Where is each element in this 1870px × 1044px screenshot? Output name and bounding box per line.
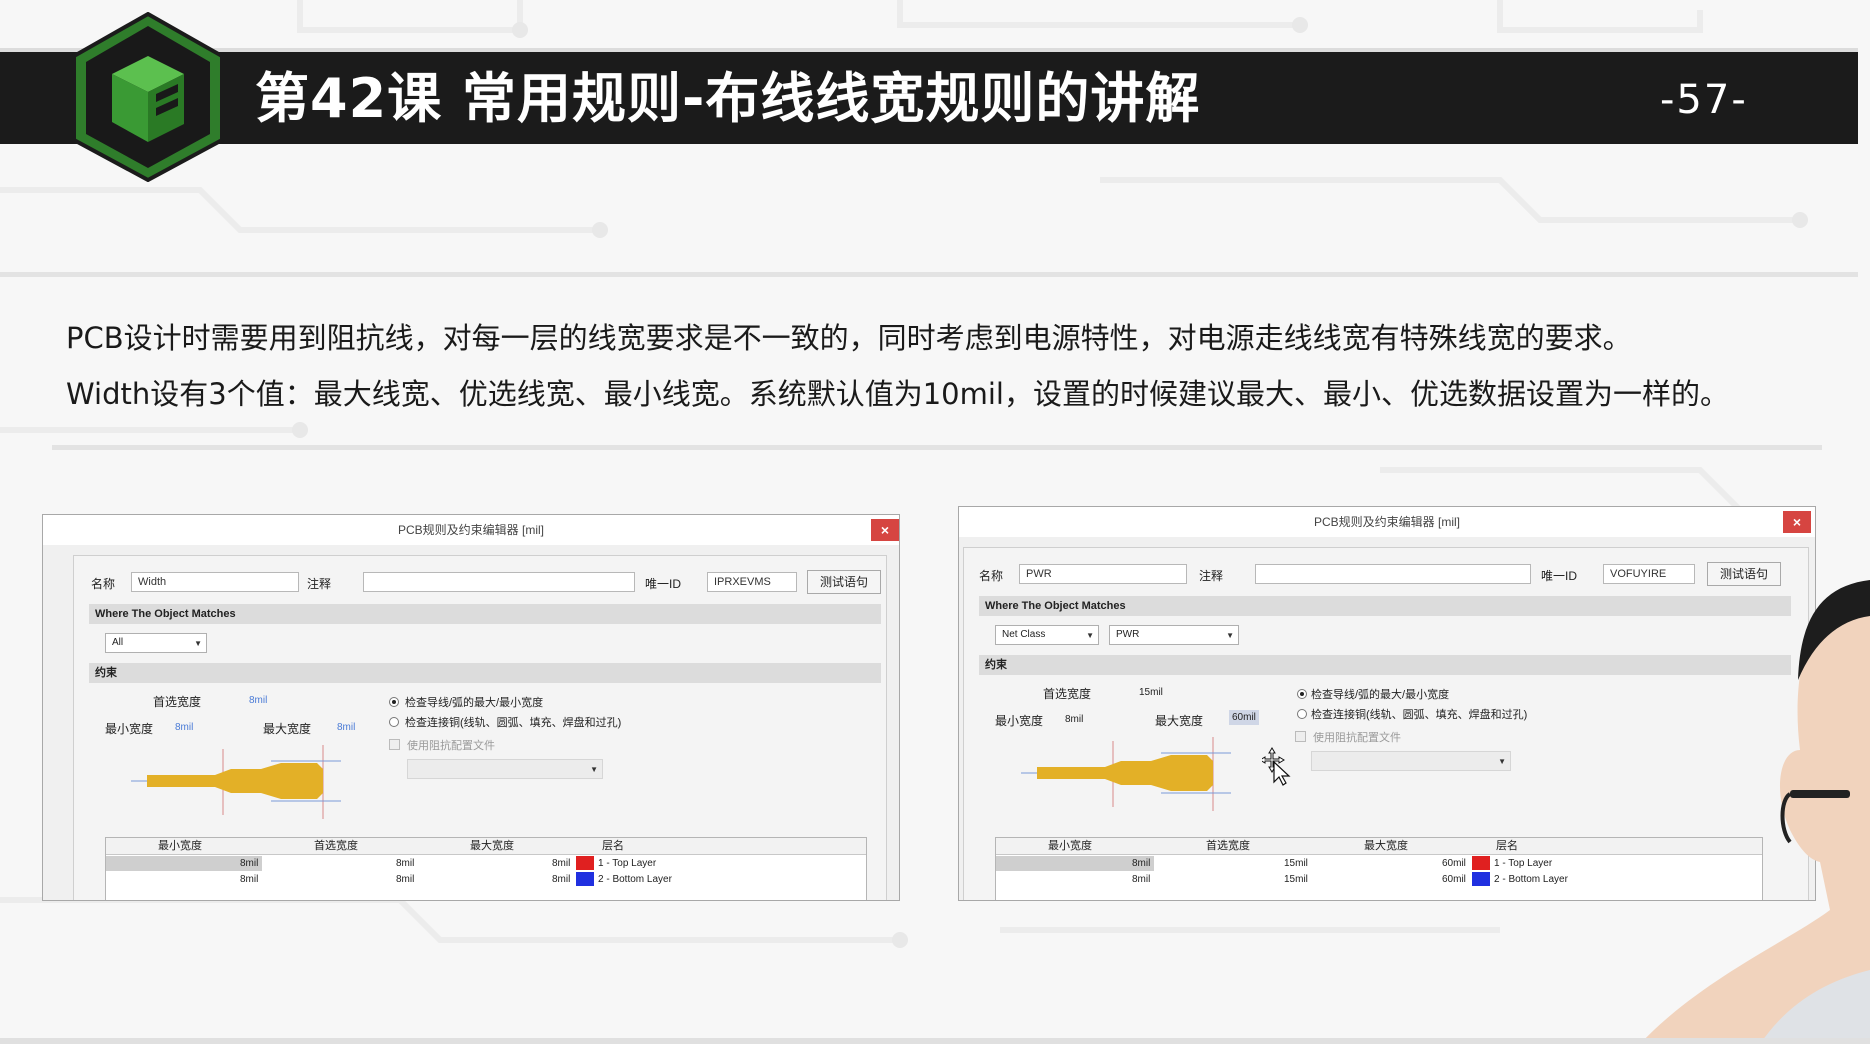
table-cell[interactable]: 8mil — [552, 872, 570, 887]
selected-row-highlight — [996, 856, 1154, 871]
layer-color-swatch — [576, 872, 594, 886]
table-cell[interactable]: 15mil — [1284, 856, 1308, 871]
table-cell: 2 - Bottom Layer — [598, 874, 672, 885]
column-header: 最大宽度 — [470, 840, 514, 852]
rule-editor-dialog-left: PCB规则及约束编辑器 [mil] × 名称 Width 注释 唯一ID IPR… — [42, 514, 900, 901]
column-header: 首选宽度 — [1206, 840, 1250, 852]
dialog-title: PCB规则及约束编辑器 [mil] — [959, 507, 1815, 537]
preferred-width-label: 首选宽度 — [153, 695, 202, 709]
divider-upper — [0, 272, 1858, 277]
scope-select[interactable]: Net Class ▼ — [995, 625, 1099, 645]
description-line-2: Width设有3个值：最大线宽、优选线宽、最小线宽。系统默认值为10mil，设置… — [66, 377, 1729, 411]
comment-field[interactable] — [1255, 564, 1531, 584]
name-label: 名称 — [979, 569, 1004, 583]
impedance-profile-checkbox[interactable] — [389, 739, 400, 750]
preferred-width-label: 首选宽度 — [1043, 687, 1092, 701]
impedance-profile-label: 使用阻抗配置文件 — [1313, 732, 1401, 744]
impedance-profile-select[interactable]: ▼ — [1311, 751, 1511, 771]
selected-row-highlight — [106, 856, 262, 871]
table-cell: 2 - Bottom Layer — [1494, 874, 1568, 885]
chevron-down-icon: ▼ — [1086, 631, 1094, 640]
table-cell[interactable]: 8mil — [240, 872, 258, 887]
chevron-down-icon: ▼ — [590, 765, 598, 774]
layer-color-swatch — [1472, 872, 1490, 886]
chevron-down-icon: ▼ — [194, 639, 202, 648]
table-cell[interactable]: 8mil — [396, 872, 414, 887]
check-track-width-radio[interactable] — [1297, 689, 1307, 699]
uid-label: 唯一ID — [1541, 569, 1578, 583]
comment-field[interactable] — [363, 572, 635, 592]
scope-select[interactable]: All ▼ — [105, 633, 207, 653]
column-header: 最大宽度 — [1364, 840, 1408, 852]
table-cell[interactable]: 8mil — [1132, 856, 1150, 871]
page-title: 第42课 常用规则-布线线宽规则的讲解 — [255, 67, 1201, 130]
move-cursor-icon — [1262, 747, 1291, 786]
name-field[interactable]: Width — [131, 572, 299, 592]
column-header: 首选宽度 — [314, 840, 358, 852]
description-line-1: PCB设计时需要用到阻抗线，对每一层的线宽要求是不一致的，同时考虑到电源特性，对… — [66, 321, 1632, 355]
dialog-title: PCB规则及约束编辑器 [mil] — [43, 515, 899, 545]
column-header: 最小宽度 — [158, 840, 202, 852]
name-label: 名称 — [91, 577, 116, 591]
check-copper-label: 检查连接铜(线轨、圆弧、填充、焊盘和过孔) — [1311, 709, 1528, 721]
check-track-width-radio[interactable] — [389, 697, 399, 707]
layer-color-swatch — [576, 856, 594, 870]
column-header: 层名 — [602, 840, 624, 852]
trace-width-diagram — [1021, 737, 1231, 811]
scope-select-value: All — [112, 637, 124, 648]
scope-select-value: Net Class — [1002, 629, 1046, 640]
layer-width-table: 最小宽度 首选宽度 最大宽度 层名 8mil 8mil 8mil 1 - Top… — [105, 837, 867, 900]
check-track-width-label: 检查导线/弧的最大/最小宽度 — [1311, 689, 1450, 701]
table-cell[interactable]: 60mil — [1442, 872, 1466, 887]
column-header: 最小宽度 — [1048, 840, 1092, 852]
close-icon[interactable]: × — [871, 519, 899, 541]
brand-logo — [72, 12, 224, 182]
chevron-down-icon: ▼ — [1226, 631, 1234, 640]
table-cell[interactable]: 15mil — [1284, 872, 1308, 887]
check-track-width-label: 检查导线/弧的最大/最小宽度 — [405, 697, 544, 709]
impedance-profile-label: 使用阻抗配置文件 — [407, 740, 495, 752]
max-width-value[interactable]: 60mil — [1229, 710, 1259, 725]
impedance-profile-checkbox[interactable] — [1295, 731, 1306, 742]
table-cell[interactable]: 8mil — [1132, 872, 1150, 887]
bottom-strip — [0, 1038, 1870, 1044]
table-cell[interactable]: 60mil — [1442, 856, 1466, 871]
test-query-button[interactable]: 测试语句 — [807, 570, 881, 594]
slide: 第42课 常用规则-布线线宽规则的讲解 -57- PCB设计时需要用到阻抗线，对… — [0, 0, 1870, 1044]
impedance-profile-select[interactable]: ▼ — [407, 759, 603, 779]
comment-label: 注释 — [1199, 569, 1224, 583]
net-class-select-value: PWR — [1116, 629, 1140, 640]
check-copper-radio[interactable] — [389, 717, 399, 727]
table-cell[interactable]: 8mil — [240, 856, 258, 871]
preferred-width-value[interactable]: 8mil — [249, 695, 267, 706]
check-copper-radio[interactable] — [1297, 709, 1307, 719]
table-cell[interactable]: 8mil — [396, 856, 414, 871]
check-copper-label: 检查连接铜(线轨、圆弧、填充、焊盘和过孔) — [405, 717, 622, 729]
page-number: -57- — [1660, 77, 1748, 123]
table-cell: 1 - Top Layer — [1494, 858, 1553, 869]
table-header: 最小宽度 首选宽度 最大宽度 层名 — [106, 838, 866, 855]
table-cell: 1 - Top Layer — [598, 858, 657, 869]
constraint-section-header: 约束 — [89, 663, 881, 683]
trace-width-diagram — [131, 745, 341, 819]
chevron-down-icon: ▼ — [1498, 757, 1506, 766]
comment-label: 注释 — [307, 577, 332, 591]
net-class-select[interactable]: PWR ▼ — [1109, 625, 1239, 645]
column-header: 层名 — [1496, 840, 1518, 852]
name-field[interactable]: PWR — [1019, 564, 1187, 584]
min-width-value[interactable]: 8mil — [175, 722, 193, 733]
max-width-value[interactable]: 8mil — [337, 722, 355, 733]
uid-field[interactable]: IPRXEVMS — [707, 572, 797, 592]
uid-label: 唯一ID — [645, 577, 682, 591]
preferred-width-value[interactable]: 15mil — [1139, 687, 1163, 698]
min-width-value[interactable]: 8mil — [1065, 714, 1083, 725]
close-icon[interactable]: × — [1783, 511, 1811, 533]
divider-lower — [52, 445, 1822, 450]
presenter-video — [1640, 580, 1870, 1044]
where-section-header: Where The Object Matches — [89, 604, 881, 624]
table-cell[interactable]: 8mil — [552, 856, 570, 871]
layer-color-swatch — [1472, 856, 1490, 870]
